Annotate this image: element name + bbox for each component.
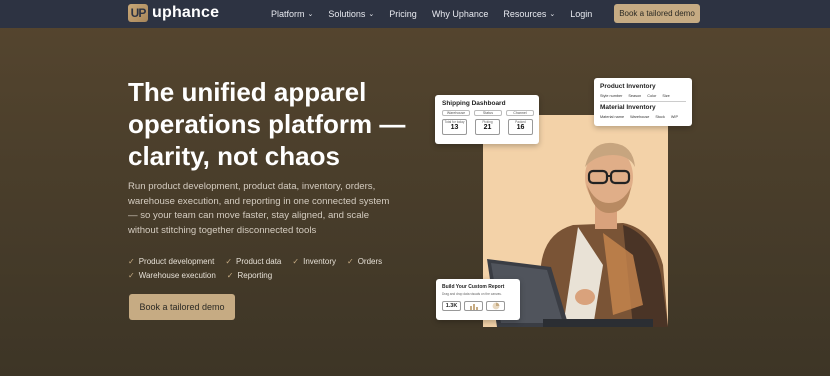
report-card-subtitle: Drag and drop data visuals on the canvas…	[442, 292, 502, 296]
nav-link-login[interactable]: Login	[570, 9, 592, 19]
product-inventory-title: Product Inventory	[600, 83, 656, 90]
nav-link-platform[interactable]: Platform ⌄	[271, 9, 313, 19]
brand-logo[interactable]: UP uphance	[128, 4, 219, 22]
hero-title: The unified apparel operations platform …	[128, 77, 406, 171]
report-chart-box	[464, 301, 483, 311]
nav-link-why-uphance[interactable]: Why Uphance	[432, 9, 489, 19]
stat-picking: Picking 21	[475, 119, 500, 135]
nav-book-demo-button[interactable]: Book a tailored demo	[614, 4, 700, 23]
filter-channel: Channel	[506, 110, 534, 116]
custom-report-card: Build Your Custom Report Drag and drop d…	[436, 279, 520, 320]
shipping-dashboard-card: Shipping Dashboard Warehouse Status Chan…	[435, 95, 539, 144]
check-icon: ✓	[128, 270, 135, 280]
report-pie-box	[486, 301, 505, 311]
feature-item: ✓ Warehouse execution	[128, 270, 216, 280]
hero-book-demo-button[interactable]: Book a tailored demo	[129, 294, 235, 320]
filter-status: Status	[474, 110, 502, 116]
check-icon: ✓	[128, 256, 135, 266]
check-icon: ✓	[225, 256, 233, 266]
filter-warehouse: Warehouse	[442, 110, 470, 116]
feature-item: ✓ Product data	[225, 256, 282, 266]
product-inventory-columns: Style number Season Color Size	[600, 94, 670, 98]
check-icon: ✓	[347, 256, 354, 266]
inventory-card: Product Inventory Style number Season Co…	[594, 78, 692, 126]
nav-link-solutions[interactable]: Solutions ⌄	[328, 9, 374, 19]
shipping-card-title: Shipping Dashboard	[442, 100, 506, 107]
nav-link-pricing[interactable]: Pricing	[389, 9, 417, 19]
stat-packed: Packed 16	[508, 119, 533, 135]
feature-item: ✓ Product development	[128, 256, 215, 266]
material-inventory-columns: Material name Warehouse Stock WIP	[600, 115, 679, 119]
feature-item: ✓ Reporting	[226, 270, 273, 280]
check-icon: ✓	[226, 270, 234, 280]
chevron-down-icon: ⌄	[549, 11, 556, 18]
bar-chart-icon	[469, 303, 478, 310]
feature-item: ✓ Inventory	[292, 256, 336, 266]
top-nav: UP uphance Platform ⌄ Solutions ⌄ Pricing …	[0, 0, 830, 28]
nav-links: Platform ⌄ Solutions ⌄ Pricing Why Uphance…	[271, 0, 607, 28]
divider	[600, 101, 686, 102]
feature-item: ✓ Orders	[347, 256, 383, 266]
check-icon: ✓	[292, 256, 300, 266]
chevron-down-icon: ⌄	[368, 11, 375, 18]
chevron-down-icon: ⌄	[307, 11, 314, 18]
logo-mark-icon: UP	[128, 4, 148, 22]
nav-link-resources[interactable]: Resources ⌄	[503, 9, 555, 19]
report-card-title: Build Your Custom Report	[442, 284, 505, 290]
pie-chart-icon	[492, 302, 499, 310]
stat-total-today: Total for today 13	[442, 119, 467, 135]
hero-description: Run product development, product data, i…	[128, 181, 390, 236]
material-inventory-title: Material Inventory	[600, 104, 656, 111]
brand-name: uphance	[152, 4, 220, 21]
report-metric-box: 1.3K	[442, 301, 461, 311]
feature-list: ✓ Product development ✓ Product data ✓ Inve…	[128, 254, 398, 282]
